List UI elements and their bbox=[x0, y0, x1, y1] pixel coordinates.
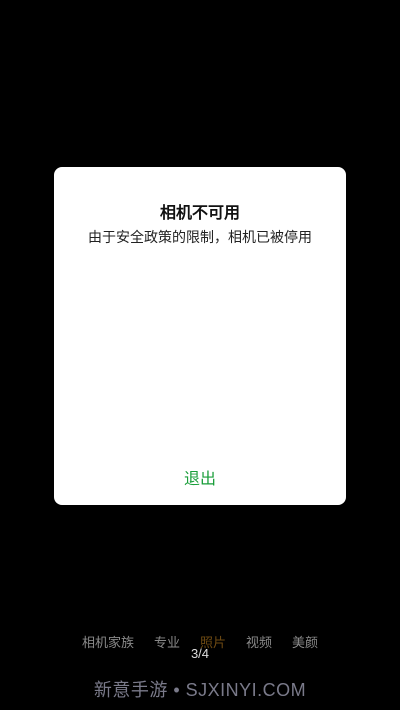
camera-unavailable-dialog: 相机不可用 由于安全政策的限制，相机已被停用 退出 bbox=[54, 167, 346, 505]
dialog-message: 由于安全政策的限制，相机已被停用 bbox=[88, 230, 312, 246]
site-watermark: 新意手游 • SJXINYI.COM bbox=[93, 680, 307, 700]
dialog-title: 相机不可用 bbox=[159, 203, 240, 222]
camera-screen: 相机不可用 由于安全政策的限制，相机已被停用 退出 相机家族 专业 照片 视频 … bbox=[0, 0, 400, 710]
page-indicator: 3/4 bbox=[190, 646, 210, 661]
exit-button[interactable]: 退出 bbox=[178, 465, 222, 489]
